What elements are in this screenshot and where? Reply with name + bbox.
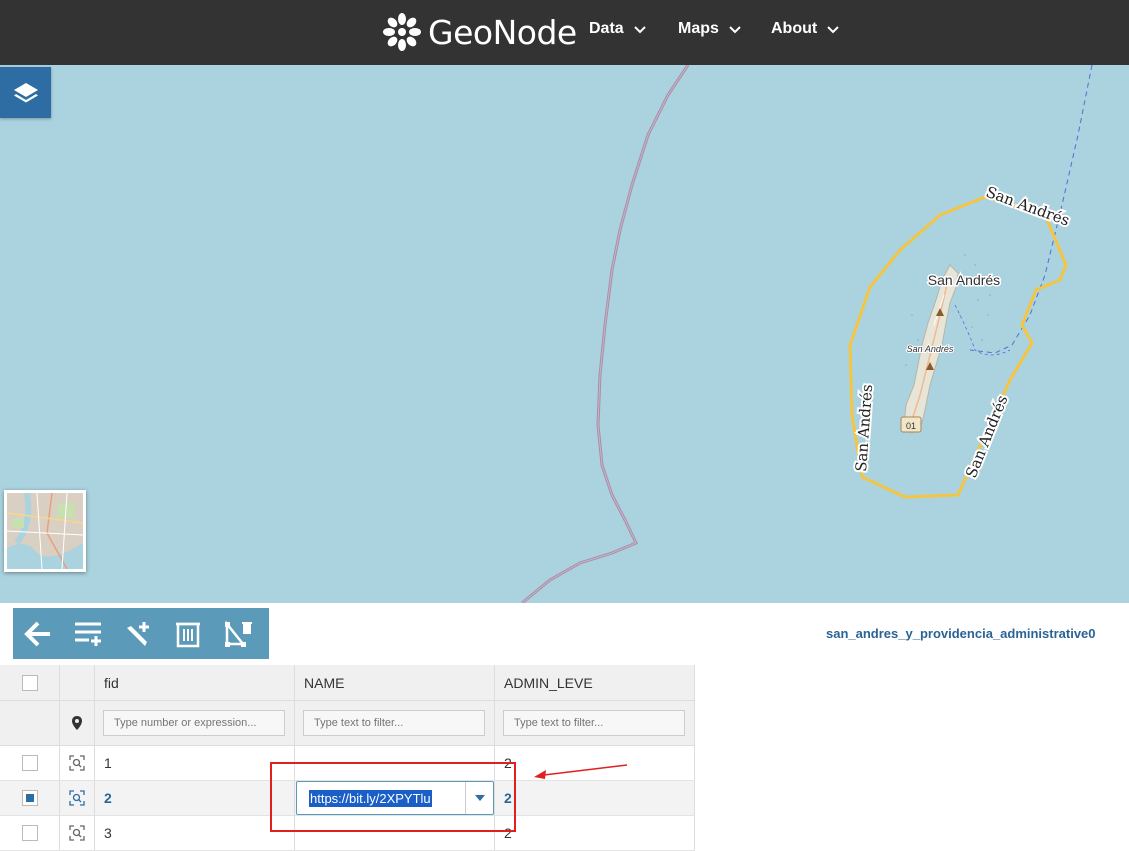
nav-maps-menu[interactable]: Maps: [678, 20, 741, 38]
table-header-row: fid NAME ADMIN_LEVE: [0, 665, 695, 701]
layers-icon: [13, 82, 38, 102]
filter-row: [0, 701, 695, 746]
basemap-switcher-thumbnail[interactable]: [4, 490, 86, 572]
delete-geometry-icon: [225, 619, 252, 647]
brand-name: GeoNode: [428, 12, 577, 52]
town-label: San Andrés: [907, 344, 954, 354]
admin-cell[interactable]: 2: [495, 816, 695, 850]
basemap-preview-icon: [7, 493, 83, 569]
nav-about-menu[interactable]: About: [771, 20, 839, 38]
name-cell[interactable]: [295, 816, 495, 850]
name-cell[interactable]: [295, 746, 495, 780]
name-cell-editor[interactable]: https://bit.ly/2XPYTlu: [296, 781, 494, 815]
island-label: San Andrés: [928, 272, 1000, 288]
column-header-fid[interactable]: fid: [95, 665, 295, 700]
select-all-checkbox[interactable]: [21, 674, 38, 691]
delete-feature-button[interactable]: [163, 608, 213, 659]
zoom-to-feature-icon[interactable]: [69, 825, 85, 841]
boundary-label-right: San Andrés: [962, 393, 1011, 481]
nav-about-label: About: [771, 20, 818, 37]
name-filter-input[interactable]: [303, 710, 485, 736]
fid-filter-input[interactable]: [103, 710, 285, 736]
editor-selected-text[interactable]: https://bit.ly/2XPYTlu: [309, 789, 432, 807]
fid-cell[interactable]: 1: [95, 746, 295, 780]
boundary-label-top: San Andrés: [984, 183, 1072, 230]
row-checkbox[interactable]: [21, 825, 38, 841]
editor-dropdown-button[interactable]: [465, 782, 493, 814]
admin-boundary: [848, 195, 1068, 499]
annotation-arrow-icon: [534, 764, 628, 779]
geonode-logo-icon: [383, 13, 421, 51]
delete-geometry-button[interactable]: [213, 608, 263, 659]
boundary-label-left: San Andrés: [852, 384, 876, 473]
chevron-down-icon: [633, 26, 646, 34]
nav-data-label: Data: [589, 20, 624, 37]
add-row-icon: [75, 622, 101, 646]
maritime-border: [521, 65, 690, 603]
road-marker-label: 01: [906, 421, 916, 431]
fid-cell[interactable]: 3: [95, 816, 295, 850]
layer-name-title: san_andres_y_providencia_administrative0: [826, 626, 1096, 641]
fid-cell[interactable]: 2: [95, 781, 295, 815]
nav-data-menu[interactable]: Data: [589, 20, 646, 38]
map-canvas: 01 San Andrés San Andrés San Andrés San …: [521, 65, 1093, 603]
chevron-down-icon: [827, 26, 839, 34]
back-button[interactable]: [13, 608, 63, 659]
draw-feature-button[interactable]: [113, 608, 163, 659]
add-row-button[interactable]: [63, 608, 113, 659]
brand-logo[interactable]: GeoNode: [382, 8, 577, 56]
layers-toggle-button[interactable]: [0, 67, 51, 118]
nav-maps-label: Maps: [678, 20, 719, 37]
zoom-to-feature-icon[interactable]: [69, 790, 85, 806]
admin-filter-input[interactable]: [503, 710, 685, 736]
column-header-admin-leve[interactable]: ADMIN_LEVE: [495, 665, 695, 700]
feature-grid-toolbar: [13, 608, 269, 659]
trash-icon: [176, 622, 200, 647]
row-checkbox[interactable]: [21, 755, 38, 771]
map-viewport[interactable]: 01 San Andrés San Andrés San Andrés San …: [0, 65, 1129, 603]
map-marker-icon[interactable]: [72, 716, 82, 730]
zoom-to-feature-icon[interactable]: [69, 755, 85, 771]
pencil-plus-icon: [127, 621, 149, 646]
row-checkbox-checked[interactable]: [21, 790, 38, 806]
admin-cell[interactable]: 2: [495, 781, 695, 815]
arrow-left-icon: [24, 621, 50, 646]
chevron-down-icon: [729, 26, 741, 34]
caret-down-icon: [474, 795, 485, 801]
table-row[interactable]: 3 2: [0, 816, 695, 851]
top-navbar: GeoNode Data Maps About: [0, 0, 1129, 65]
column-header-name[interactable]: NAME: [295, 665, 495, 700]
